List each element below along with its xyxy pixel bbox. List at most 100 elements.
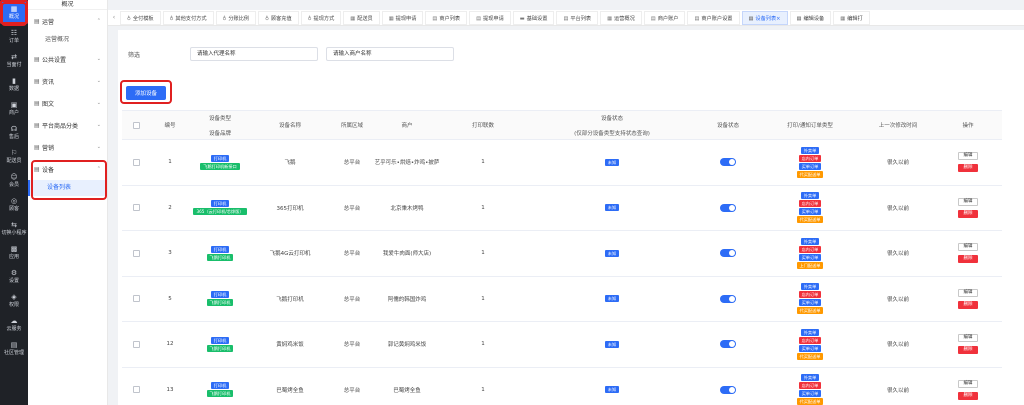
row-checkbox[interactable] bbox=[132, 204, 140, 212]
delete-button[interactable]: 删除 bbox=[958, 164, 978, 173]
device-type-tag: 打印机 bbox=[210, 154, 230, 162]
rail-item-14[interactable]: ▤ 社区管理 bbox=[0, 336, 28, 360]
sidebar-subitem-1[interactable]: 运营概况 bbox=[28, 32, 107, 48]
select-all-checkbox[interactable] bbox=[132, 121, 140, 129]
delete-button[interactable]: 删除 bbox=[958, 391, 978, 400]
tab-4[interactable]: ♁ 提现方式 bbox=[300, 10, 342, 25]
rail-item-10[interactable]: ▩ 应用 bbox=[0, 240, 28, 264]
tab-label: 全付模板 bbox=[132, 15, 154, 22]
sidebar-group-4[interactable]: ▤ 图文 ⌄ bbox=[28, 92, 107, 114]
tab-label: 设备列表 bbox=[755, 15, 777, 22]
edit-button[interactable]: 编辑 bbox=[958, 288, 978, 297]
tab-13[interactable]: ▤ 商户账户设置 bbox=[687, 10, 740, 25]
row-checkbox[interactable] bbox=[132, 249, 140, 257]
tab-icon: ▦ bbox=[796, 15, 802, 22]
device-type-tag: 打印机 bbox=[210, 382, 230, 390]
header-area: 所属区域 bbox=[340, 123, 363, 129]
shop-name-input[interactable] bbox=[326, 47, 454, 61]
device-status-toggle[interactable] bbox=[720, 340, 736, 349]
tab-icon: ♁ bbox=[169, 15, 174, 22]
device-status-toggle[interactable] bbox=[720, 158, 736, 167]
rail-item-label: 订单 bbox=[8, 37, 19, 44]
tab-3[interactable]: ♁ 顾客充值 bbox=[258, 10, 299, 25]
cell-shop: 郭记黄焖鸡米饭 bbox=[387, 342, 427, 349]
rail-item-7[interactable]: ☺ 会员 bbox=[0, 168, 28, 192]
cell-name: 飞鹅 bbox=[284, 160, 296, 167]
sidebar-group-2[interactable]: ▤ 公共设置 ⌄ bbox=[28, 48, 107, 70]
tab-1[interactable]: ♁ 其他支付方式 bbox=[162, 10, 214, 25]
cell-area: 总平台 bbox=[343, 251, 361, 258]
row-checkbox[interactable] bbox=[132, 386, 140, 394]
tab-14[interactable]: ▦ 设备列表× bbox=[741, 10, 788, 25]
rail-item-3[interactable]: ▮ 数据 bbox=[0, 72, 28, 96]
rail-item-9[interactable]: ⇆ 切换小程序 bbox=[0, 216, 28, 240]
rail-item-label: 配送员 bbox=[6, 157, 22, 164]
cell-status: 未知 bbox=[526, 186, 698, 231]
rail-item-label: 顾客 bbox=[8, 205, 19, 212]
sidebar-group-5[interactable]: ▤ 平台商品分类 ⌄ bbox=[28, 114, 107, 136]
cell-status: 未知 bbox=[526, 277, 698, 322]
row-checkbox[interactable] bbox=[132, 158, 140, 166]
rail-item-1[interactable]: ☷ 订单 bbox=[0, 24, 28, 48]
edit-button[interactable]: 编辑 bbox=[958, 243, 978, 252]
sidebar-group-label: 平台商品分类 bbox=[42, 122, 79, 130]
edit-button[interactable]: 编辑 bbox=[958, 197, 978, 206]
cell-name: 飞鹅打印机 bbox=[276, 296, 304, 303]
edit-button[interactable]: 编辑 bbox=[958, 379, 978, 388]
tab-close-icon[interactable]: × bbox=[776, 16, 780, 22]
tab-2[interactable]: ♁ 分账比例 bbox=[215, 10, 257, 25]
tab-6[interactable]: ▦ 提现申请 bbox=[381, 10, 424, 25]
rail-item-4[interactable]: ▣ 商户 bbox=[0, 96, 28, 120]
tab-icon: ▦ bbox=[388, 15, 394, 22]
row-checkbox[interactable] bbox=[132, 340, 140, 348]
tab-5[interactable]: ▦ 配送员 bbox=[343, 10, 380, 25]
device-type-tag: 打印机 bbox=[210, 336, 230, 344]
tab-10[interactable]: ▤ 平台列表 bbox=[556, 10, 599, 25]
rail-item-12[interactable]: ◈ 权限 bbox=[0, 288, 28, 312]
rail-item-label: 售后 bbox=[8, 133, 19, 140]
tab-scroll-left-icon[interactable]: ‹ bbox=[108, 14, 120, 21]
tab-7[interactable]: ▤ 商户列表 bbox=[425, 10, 468, 25]
sidebar-group-3[interactable]: ▤ 资讯 ⌄ bbox=[28, 70, 107, 92]
rail-item-2[interactable]: ⇄ 当面付 bbox=[0, 48, 28, 72]
tab-0[interactable]: ♁ 全付模板 bbox=[120, 10, 161, 25]
row-checkbox[interactable] bbox=[132, 295, 140, 303]
delete-button[interactable]: 删除 bbox=[958, 255, 978, 264]
rail-item-6[interactable]: ⚐ 配送员 bbox=[0, 144, 28, 168]
device-status-toggle[interactable] bbox=[720, 385, 736, 394]
device-brand-tag: 365（云打印机/芯烨版） bbox=[193, 208, 247, 216]
device-brand-tag: 飞鹅打印机 bbox=[206, 299, 234, 307]
rail-item-8[interactable]: ◎ 顾客 bbox=[0, 192, 28, 216]
tab-9[interactable]: ▬ 基础设置 bbox=[512, 10, 555, 25]
edit-button[interactable]: 编辑 bbox=[958, 334, 978, 343]
tab-icon: ▦ bbox=[607, 15, 613, 22]
tab-12[interactable]: ▤ 商户账户 bbox=[643, 10, 686, 25]
print-type-tag: 店内订单 bbox=[798, 245, 822, 253]
tab-11[interactable]: ▦ 运营概况 bbox=[600, 10, 642, 25]
tab-16[interactable]: ▦ 编辑打 bbox=[833, 10, 870, 25]
delete-button[interactable]: 删除 bbox=[958, 346, 978, 355]
device-status-toggle[interactable] bbox=[720, 249, 736, 258]
rail-item-11[interactable]: ⚙ 设置 bbox=[0, 264, 28, 288]
header-type-label: 设备类型 bbox=[208, 115, 231, 122]
device-brand-tag: 飞鹅打印机 bbox=[206, 344, 234, 352]
delete-button[interactable]: 删除 bbox=[958, 209, 978, 218]
tab-icon: ▤ bbox=[694, 15, 700, 22]
sidebar-group-0[interactable]: ▤ 运营 ⌃ bbox=[28, 10, 107, 32]
agent-name-input[interactable] bbox=[190, 47, 318, 61]
cell-copies: 1 bbox=[481, 386, 485, 393]
cell-type: 打印机 飞鹅打印机 bbox=[190, 277, 250, 322]
rail-item-13[interactable]: ☁ 云服务 bbox=[0, 312, 28, 336]
tab-15[interactable]: ▦ 编辑设备 bbox=[789, 10, 832, 25]
cell-area: 总平台 bbox=[343, 387, 361, 394]
device-status-toggle[interactable] bbox=[720, 203, 736, 212]
tab-label: 配送员 bbox=[357, 15, 373, 22]
delete-button[interactable]: 删除 bbox=[958, 300, 978, 309]
edit-button[interactable]: 编辑 bbox=[958, 152, 978, 161]
rail-item-5[interactable]: ☊ 售后 bbox=[0, 120, 28, 144]
sidebar-group-6[interactable]: ▤ 营销 ⌄ bbox=[28, 136, 107, 158]
article-icon: ▤ bbox=[34, 99, 40, 107]
cell-last-modified: 很久以前 bbox=[886, 296, 909, 303]
tab-8[interactable]: ▤ 提现申请 bbox=[469, 10, 511, 25]
device-status-toggle[interactable] bbox=[720, 294, 736, 303]
